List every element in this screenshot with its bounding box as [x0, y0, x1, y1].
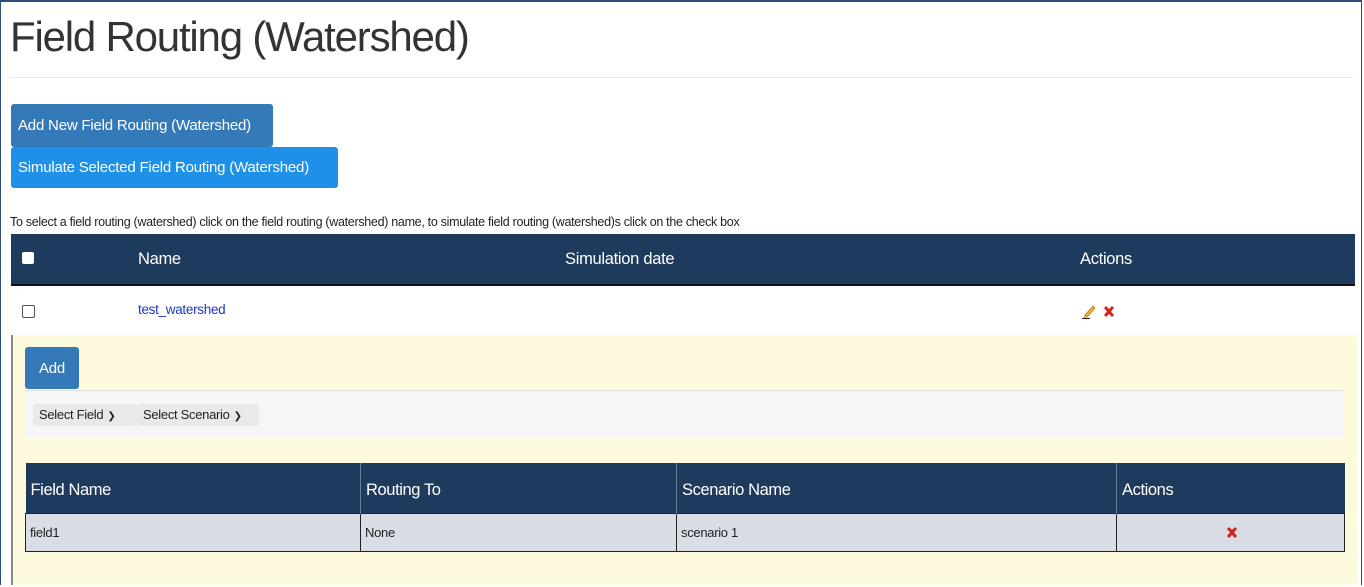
scenario-name-cell: scenario 1 [676, 512, 1117, 552]
table-row: test_watershed [11, 284, 1355, 336]
page-title: Field Routing (Watershed) [10, 13, 470, 60]
column-header-simulation-date: Simulation date [565, 250, 675, 268]
title-divider [10, 77, 1353, 78]
column-header-scenario-name: Scenario Name [676, 463, 1117, 513]
select-field-dropdown[interactable]: Select Field ❯ [33, 404, 137, 426]
select-scenario-label: Select Scenario [143, 407, 230, 422]
pencil-icon[interactable] [1081, 303, 1097, 319]
delete-x-icon[interactable] [1101, 304, 1117, 320]
select-field-label: Select Field [39, 407, 104, 422]
chevron-down-icon: ❯ [233, 411, 242, 422]
sub-table-header: Field Name Routing To Scenario Name Acti… [25, 463, 1345, 513]
add-button[interactable]: Add [25, 347, 79, 389]
field-name-cell: field1 [25, 512, 361, 552]
routing-to-cell: None [360, 512, 677, 552]
column-header-field-name: Field Name [25, 463, 361, 513]
column-header-actions: Actions [1116, 463, 1345, 513]
delete-x-icon[interactable] [1224, 525, 1240, 541]
select-bar: Select Field ❯ Select Scenario ❯ [25, 390, 1343, 437]
table-row: field1 None scenario 1 [25, 512, 1345, 552]
main-table-header: Name Simulation date Actions [11, 234, 1355, 284]
field-routing-table: Field Name Routing To Scenario Name Acti… [25, 463, 1345, 552]
chevron-down-icon: ❯ [107, 411, 116, 422]
simulate-selected-button[interactable]: Simulate Selected Field Routing (Watersh… [11, 147, 338, 188]
select-all-checkbox[interactable] [22, 252, 34, 264]
instructions-text: To select a field routing (watershed) cl… [10, 215, 740, 229]
column-header-name: Name [138, 250, 181, 268]
row-checkbox[interactable] [22, 305, 35, 318]
column-header-routing-to: Routing To [360, 463, 677, 513]
column-header-actions: Actions [1080, 250, 1133, 268]
select-scenario-dropdown[interactable]: Select Scenario ❯ [137, 404, 259, 426]
watershed-name-link[interactable]: test_watershed [138, 302, 226, 317]
field-routing-detail-panel: Add Select Field ❯ Select Scenario ❯ Field… [11, 335, 1357, 585]
app-frame: Field Routing (Watershed) Add New Field … [0, 0, 1362, 585]
actions-cell [1116, 512, 1345, 552]
add-new-field-routing-button[interactable]: Add New Field Routing (Watershed) [11, 104, 273, 147]
